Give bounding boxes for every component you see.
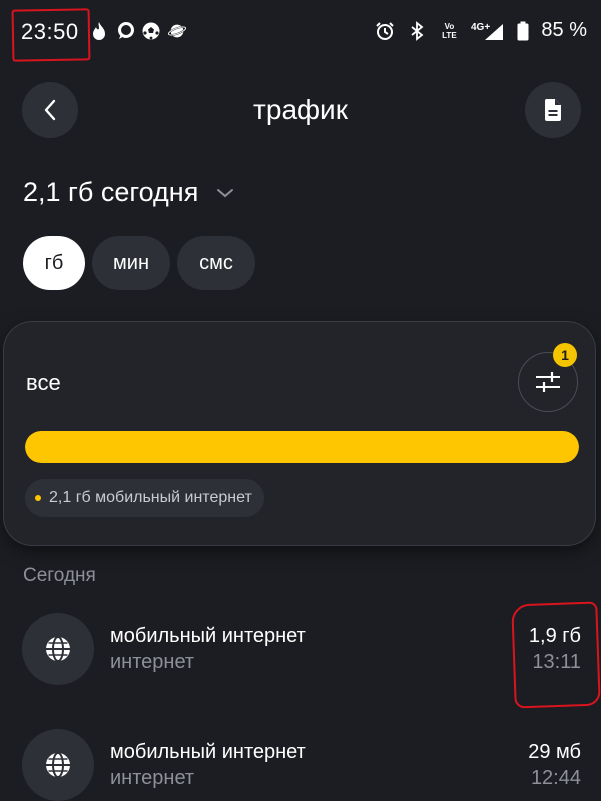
filter-count-badge: 1 bbox=[553, 343, 577, 367]
period-selector[interactable]: 2,1 гб сегодня bbox=[23, 177, 234, 208]
volte-icon: Vo LTE bbox=[442, 21, 457, 40]
tab-minutes[interactable]: мин bbox=[92, 236, 170, 290]
item-subtitle: интернет bbox=[110, 767, 195, 789]
globe-icon bbox=[22, 613, 94, 685]
status-time: 23:50 bbox=[21, 19, 79, 44]
unit-tabs: гб мин смс bbox=[23, 236, 255, 290]
screen: 23:50 Vo LTE 4G+ 85 % трафик 2,1 гб сего… bbox=[0, 0, 601, 801]
notification-icons bbox=[89, 20, 187, 42]
chat-bubble-icon bbox=[115, 20, 135, 42]
item-title: мобильный интернет bbox=[110, 741, 306, 763]
bluetooth-icon bbox=[407, 20, 427, 42]
signal-icon: 4G+ bbox=[471, 20, 505, 42]
section-label-today: Сегодня bbox=[23, 565, 96, 586]
sliders-icon bbox=[536, 372, 560, 392]
battery-icon bbox=[517, 20, 529, 42]
svg-text:4G+: 4G+ bbox=[471, 22, 490, 33]
document-icon bbox=[544, 99, 561, 121]
legend-dot bbox=[35, 495, 41, 501]
soccer-ball-icon bbox=[141, 20, 161, 42]
item-title: мобильный интернет bbox=[110, 625, 306, 647]
usage-card: все 1 2,1 гб мобильный интернет bbox=[4, 322, 595, 545]
document-button[interactable] bbox=[525, 82, 581, 138]
red-annotation-mark bbox=[511, 601, 601, 709]
tab-gb[interactable]: гб bbox=[23, 236, 85, 290]
item-subtitle: интернет bbox=[110, 651, 195, 673]
period-label: 2,1 гб сегодня bbox=[23, 177, 199, 207]
card-title: все bbox=[26, 370, 61, 395]
chevron-down-icon bbox=[217, 188, 234, 197]
legend-label: 2,1 гб мобильный интернет bbox=[49, 489, 252, 506]
globe-icon bbox=[22, 729, 94, 801]
planet-icon bbox=[167, 20, 187, 42]
page-title: трафик bbox=[253, 94, 348, 125]
flame-icon bbox=[89, 20, 109, 42]
list-item[interactable]: мобильный интернет интернет 1,9 гб 13:11 bbox=[0, 605, 601, 701]
battery-percent: 85 % bbox=[541, 19, 587, 41]
status-bar: 23:50 Vo LTE 4G+ 85 % bbox=[0, 0, 601, 64]
tab-sms[interactable]: смс bbox=[177, 236, 255, 290]
legend-chip[interactable]: 2,1 гб мобильный интернет bbox=[25, 479, 264, 517]
item-time: 12:44 bbox=[530, 767, 581, 789]
alarm-icon bbox=[375, 20, 395, 42]
system-icons: Vo LTE 4G+ 85 % bbox=[375, 19, 587, 42]
usage-bar bbox=[25, 431, 579, 463]
item-amount: 29 мб bbox=[528, 741, 581, 763]
usage-bar-fill bbox=[25, 431, 579, 463]
list-item[interactable]: мобильный интернет интернет 29 мб 12:44 bbox=[0, 721, 601, 801]
